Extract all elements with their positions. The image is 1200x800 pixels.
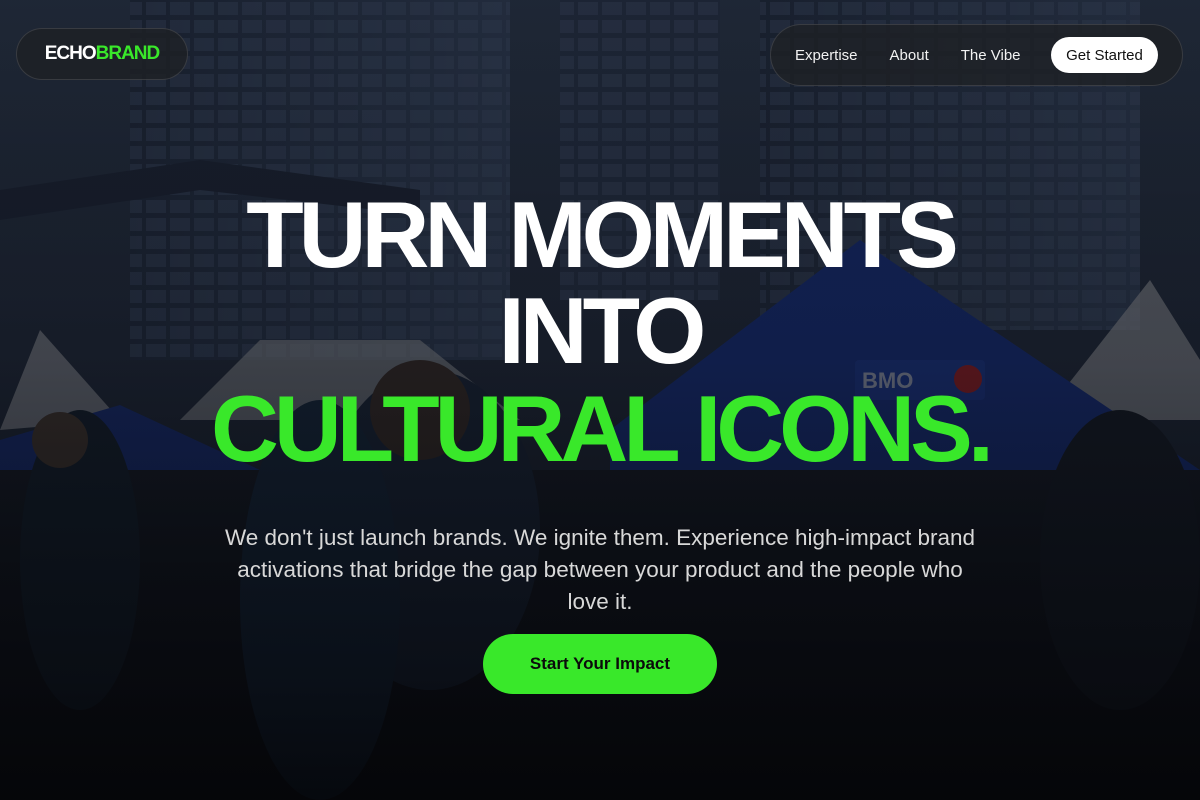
main-navigation: Expertise About The Vibe Get Started bbox=[770, 24, 1183, 86]
get-started-button[interactable]: Get Started bbox=[1051, 37, 1158, 73]
logo-part-echo: ECHO bbox=[44, 43, 97, 64]
nav-link-about[interactable]: About bbox=[890, 47, 929, 64]
nav-link-expertise[interactable]: Expertise bbox=[795, 47, 858, 64]
logo-part-brand: BRAND bbox=[95, 43, 161, 64]
hero-subtext: We don't just launch brands. We ignite t… bbox=[224, 524, 976, 614]
hero-headline-line-2: INTO bbox=[498, 278, 707, 383]
hero-section: BMO ECHOBRAND Expertise About The Vibe G… bbox=[0, 0, 1200, 800]
logo-container[interactable]: ECHOBRAND bbox=[16, 28, 188, 80]
hero-headline-line-3: CULTURAL ICONS. bbox=[211, 376, 994, 481]
brand-logo[interactable]: ECHOBRAND bbox=[44, 43, 161, 65]
nav-link-the-vibe[interactable]: The Vibe bbox=[961, 47, 1021, 64]
start-your-impact-button[interactable]: Start Your Impact bbox=[483, 634, 717, 694]
hero-headline-line-1: TURN MOMENTS bbox=[246, 182, 959, 287]
